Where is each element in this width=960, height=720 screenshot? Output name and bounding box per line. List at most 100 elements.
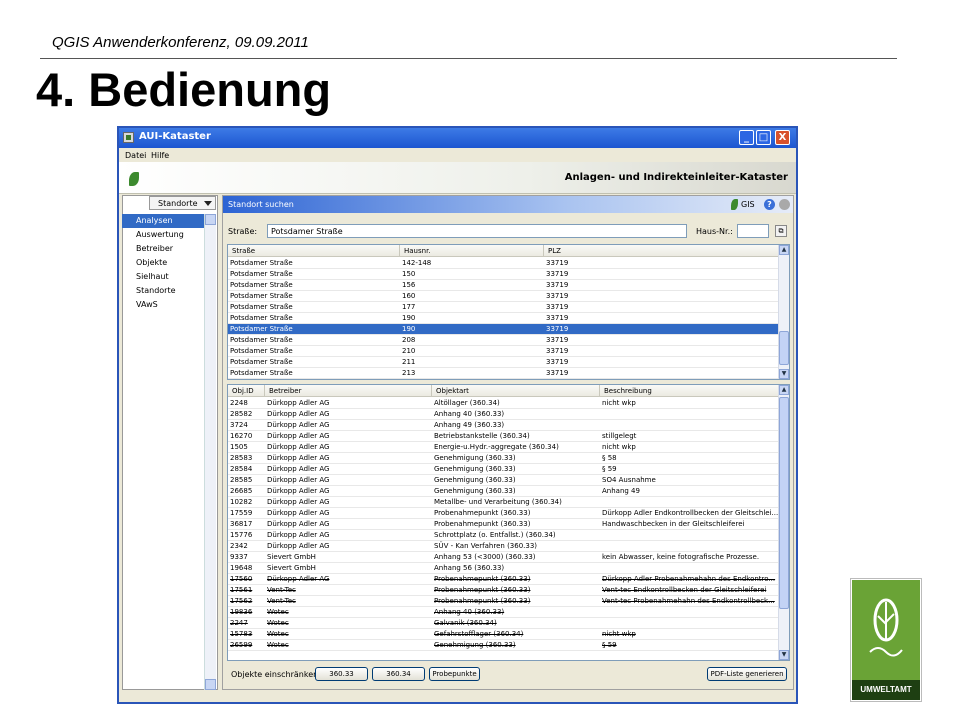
- table-row[interactable]: 17560 Dürkopp Adler AG Probenahmepunkt (36…: [228, 574, 780, 585]
- table-cell: 33719: [546, 336, 569, 344]
- module-select[interactable]: Standorte: [149, 196, 216, 210]
- table-row[interactable]: 26599 Wotec Genehmigung (360.33) § 59: [228, 640, 780, 651]
- app-icon: [123, 132, 134, 143]
- sidebar-item-vaws[interactable]: VAwS: [122, 298, 204, 312]
- filter-probepunkte-button[interactable]: Probepunkte: [429, 667, 480, 681]
- filter-36033-button[interactable]: 360.33: [315, 667, 368, 681]
- scroll-thumb[interactable]: [779, 331, 789, 365]
- table-row[interactable]: 3724 Dürkopp Adler AG Anhang 49 (360.33): [228, 420, 780, 431]
- table-row[interactable]: Potsdamer Straße 213 33719: [228, 368, 780, 379]
- close-button[interactable]: X: [775, 130, 790, 145]
- table-row[interactable]: 10282 Dürkopp Adler AG Metallbe- und Verar…: [228, 497, 780, 508]
- filter-36034-button[interactable]: 360.34: [372, 667, 425, 681]
- table-cell: Genehmigung (360.33): [434, 465, 516, 473]
- table-row[interactable]: Potsdamer Straße22033719: [228, 379, 780, 380]
- table-row[interactable]: 2342 Dürkopp Adler AG SÜV - Kan Verfahren …: [228, 541, 780, 552]
- column-header-strasse[interactable]: Straße: [228, 245, 400, 257]
- table-row[interactable]: Potsdamer Straße 142-148 33719: [228, 258, 780, 269]
- sidebar-item-sielhaut[interactable]: Sielhaut: [122, 270, 204, 284]
- table-row[interactable]: 28585 Dürkopp Adler AG Genehmigung (360.33…: [228, 475, 780, 486]
- menu-datei[interactable]: Datei: [125, 151, 146, 160]
- table-row[interactable]: 17559 Dürkopp Adler AG Probenahmepunkt (36…: [228, 508, 780, 519]
- table-cell: Genehmigung (360.33): [434, 454, 516, 462]
- scroll-down-arrow[interactable]: ▼: [779, 369, 789, 379]
- table-cell: Potsdamer Straße: [230, 347, 293, 355]
- menu-hilfe[interactable]: Hilfe: [151, 151, 169, 160]
- maximize-button[interactable]: □: [756, 130, 771, 145]
- table-cell: Dürkopp Adler AG: [267, 443, 330, 451]
- help-icon[interactable]: ?: [764, 199, 775, 210]
- minimize-button[interactable]: _: [739, 130, 754, 145]
- object-table-scrollbar[interactable]: ▲ ▼: [778, 385, 789, 660]
- copy-icon[interactable]: ⧉: [775, 225, 787, 237]
- scroll-thumb[interactable]: [779, 397, 789, 609]
- table-row[interactable]: Potsdamer Straße 177 33719: [228, 302, 780, 313]
- sidebar-scrollbar[interactable]: [204, 214, 216, 690]
- column-header-betreiber[interactable]: Betreiber: [265, 385, 432, 397]
- scroll-down-arrow[interactable]: [205, 679, 216, 690]
- table-cell: 15776: [230, 531, 253, 539]
- table-row[interactable]: 15783 Wotec Gefahrstofflager (360.34) nicht…: [228, 629, 780, 640]
- table-row[interactable]: Potsdamer Straße 210 33719: [228, 346, 780, 357]
- table-cell: 33719: [546, 325, 569, 333]
- column-header-hausnr[interactable]: Hausnr.: [400, 245, 544, 257]
- table-row[interactable]: 26685 Dürkopp Adler AG Genehmigung (360.33…: [228, 486, 780, 497]
- table-cell: 19836: [230, 608, 253, 616]
- window-titlebar[interactable]: AUI-Kataster _ □ X: [119, 128, 796, 148]
- table-row[interactable]: 2247 Wotec Galvanik (360.34): [228, 618, 780, 629]
- column-header-objid[interactable]: Obj.ID: [228, 385, 265, 397]
- gis-button[interactable]: GIS: [741, 200, 755, 209]
- street-input[interactable]: [267, 224, 687, 238]
- table-row[interactable]: Potsdamer Straße 156 33719: [228, 280, 780, 291]
- table-row[interactable]: 1505 Dürkopp Adler AG Energie-u.Hydr.-aggr…: [228, 442, 780, 453]
- table-cell: Anhang 40 (360.33): [434, 608, 505, 616]
- table-row[interactable]: 28584 Dürkopp Adler AG Genehmigung (360.33…: [228, 464, 780, 475]
- table-cell: Altöllager (360.34): [434, 399, 500, 407]
- table-row[interactable]: Potsdamer Straße 190 33719: [228, 313, 780, 324]
- table-cell: [600, 420, 780, 431]
- table-row[interactable]: 16270 Dürkopp Adler AG Betriebstankstelle …: [228, 431, 780, 442]
- column-header-plz[interactable]: PLZ: [544, 245, 780, 257]
- table-cell: 33719: [546, 347, 569, 355]
- table-row[interactable]: Potsdamer Straße 208 33719: [228, 335, 780, 346]
- table-row[interactable]: 15776 Dürkopp Adler AG Schrottplatz (o. En…: [228, 530, 780, 541]
- table-cell: 220: [400, 379, 544, 380]
- column-header-beschreibung[interactable]: Beschreibung: [600, 385, 780, 397]
- sidebar-item-analysen[interactable]: Analysen: [122, 214, 204, 228]
- table-row[interactable]: 17562 Vent-Tec Probenahmepunkt (360.33) Ven…: [228, 596, 780, 607]
- table-row[interactable]: Potsdamer Straße 160 33719: [228, 291, 780, 302]
- table-row[interactable]: 19836 Wotec Anhang 40 (360.33): [228, 607, 780, 618]
- table-row[interactable]: 36817 Dürkopp Adler AG Probenahmepunkt (36…: [228, 519, 780, 530]
- scroll-down-arrow[interactable]: ▼: [779, 650, 789, 660]
- table-cell: Potsdamer Straße: [230, 292, 293, 300]
- haus-nr-input[interactable]: [737, 224, 769, 238]
- table-cell: Dürkopp Adler AG: [267, 542, 330, 550]
- sidebar-item-betreiber[interactable]: Betreiber: [122, 242, 204, 256]
- scroll-up-arrow[interactable]: ▲: [779, 245, 789, 255]
- table-cell: 190: [402, 325, 416, 333]
- column-header-objektart[interactable]: Objektart: [432, 385, 600, 397]
- gis-leaf-icon[interactable]: [731, 199, 738, 210]
- table-row[interactable]: 19648 Sievert GmbH Anhang 56 (360.33): [228, 563, 780, 574]
- sidebar-item-objekte[interactable]: Objekte: [122, 256, 204, 270]
- status-icon[interactable]: [779, 199, 790, 210]
- table-row[interactable]: 28583 Dürkopp Adler AG Genehmigung (360.33…: [228, 453, 780, 464]
- table-row[interactable]: 17561 Vent-Tec Probenahmepunkt (360.33) Ven…: [228, 585, 780, 596]
- table-cell: Dürkopp Adler AG: [267, 575, 330, 583]
- table-row[interactable]: Potsdamer Straße 150 33719: [228, 269, 780, 280]
- address-table-scrollbar[interactable]: ▲ ▼: [778, 245, 789, 379]
- table-cell: 26599: [230, 641, 253, 649]
- table-cell: 15783: [230, 630, 253, 638]
- table-cell: Dürkopp Adler AG: [267, 410, 330, 418]
- sidebar-item-auswertung[interactable]: Auswertung: [122, 228, 204, 242]
- table-cell: 9337: [230, 553, 248, 561]
- scroll-up-arrow[interactable]: ▲: [779, 385, 789, 395]
- sidebar-item-standorte[interactable]: Standorte: [122, 284, 204, 298]
- table-row[interactable]: 9337 Sievert GmbH Anhang 53 (<3000) (360.3…: [228, 552, 780, 563]
- table-row[interactable]: 28582 Dürkopp Adler AG Anhang 40 (360.33): [228, 409, 780, 420]
- scroll-up-arrow[interactable]: [205, 214, 216, 225]
- pdf-list-button[interactable]: PDF-Liste generieren: [707, 667, 787, 681]
- table-row[interactable]: Potsdamer Straße 211 33719: [228, 357, 780, 368]
- table-row[interactable]: Potsdamer Straße 190 33719: [228, 324, 780, 335]
- table-row[interactable]: 2248 Dürkopp Adler AG Altöllager (360.34) n…: [228, 398, 780, 409]
